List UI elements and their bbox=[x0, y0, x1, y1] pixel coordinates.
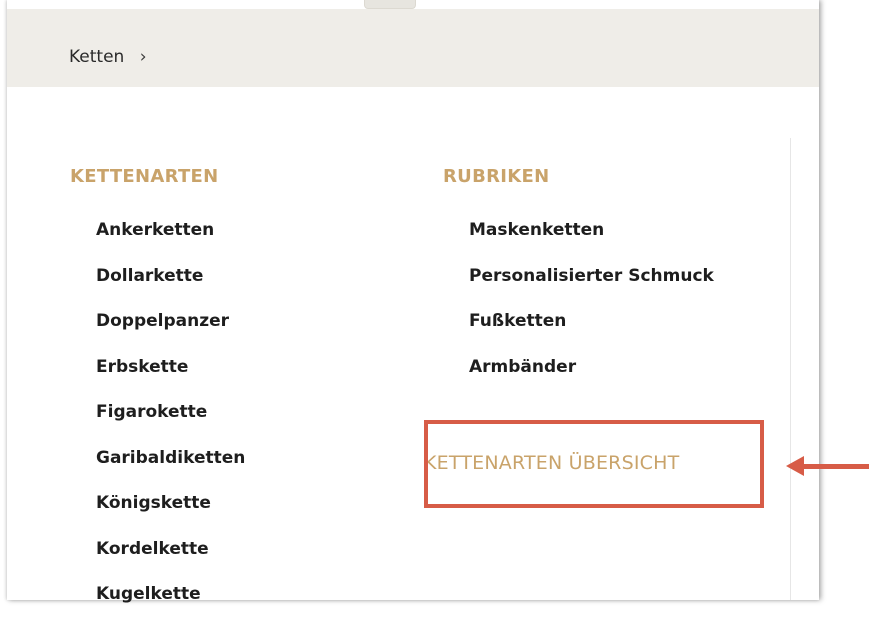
menu-item-dollarkette[interactable]: Dollarkette bbox=[96, 265, 245, 311]
rubriken-heading: RUBRIKEN bbox=[443, 166, 550, 187]
breadcrumb: Ketten › bbox=[7, 9, 819, 87]
arrow-left-icon bbox=[786, 456, 804, 476]
menu-item-personalisierter-schmuck[interactable]: Personalisierter Schmuck bbox=[469, 265, 714, 311]
menu-tab-handle bbox=[364, 0, 416, 9]
menu-item-maskenketten[interactable]: Maskenketten bbox=[469, 219, 714, 265]
column-divider bbox=[790, 138, 791, 600]
arrow-shaft bbox=[802, 464, 869, 469]
menu-item-doppelpanzer[interactable]: Doppelpanzer bbox=[96, 310, 245, 356]
menu-item-ankerketten[interactable]: Ankerketten bbox=[96, 219, 245, 265]
menu-item-kordelkette[interactable]: Kordelkette bbox=[96, 538, 245, 584]
kettenarten-heading: KETTENARTEN bbox=[70, 166, 219, 187]
mega-menu-panel: Ketten › KETTENARTEN Ankerketten Dollark… bbox=[7, 0, 819, 604]
breadcrumb-item-ketten[interactable]: Ketten › bbox=[69, 46, 147, 68]
chevron-right-icon: › bbox=[139, 47, 147, 67]
menu-item-figarokette[interactable]: Figarokette bbox=[96, 401, 245, 447]
kettenarten-list: Ankerketten Dollarkette Doppelpanzer Erb… bbox=[96, 219, 245, 629]
menu-item-garibaldiketten[interactable]: Garibaldiketten bbox=[96, 447, 245, 493]
menu-item-armbaender[interactable]: Armbänder bbox=[469, 356, 714, 402]
menu-item-fussketten[interactable]: Fußketten bbox=[469, 310, 714, 356]
menu-item-kugelkette[interactable]: Kugelkette bbox=[96, 583, 245, 629]
menu-item-erbskette[interactable]: Erbskette bbox=[96, 356, 245, 402]
breadcrumb-label: Ketten bbox=[69, 47, 125, 67]
menu-item-koenigskette[interactable]: Königskette bbox=[96, 492, 245, 538]
rubriken-list: Maskenketten Personalisierter Schmuck Fu… bbox=[469, 219, 714, 401]
highlight-box bbox=[424, 420, 764, 508]
